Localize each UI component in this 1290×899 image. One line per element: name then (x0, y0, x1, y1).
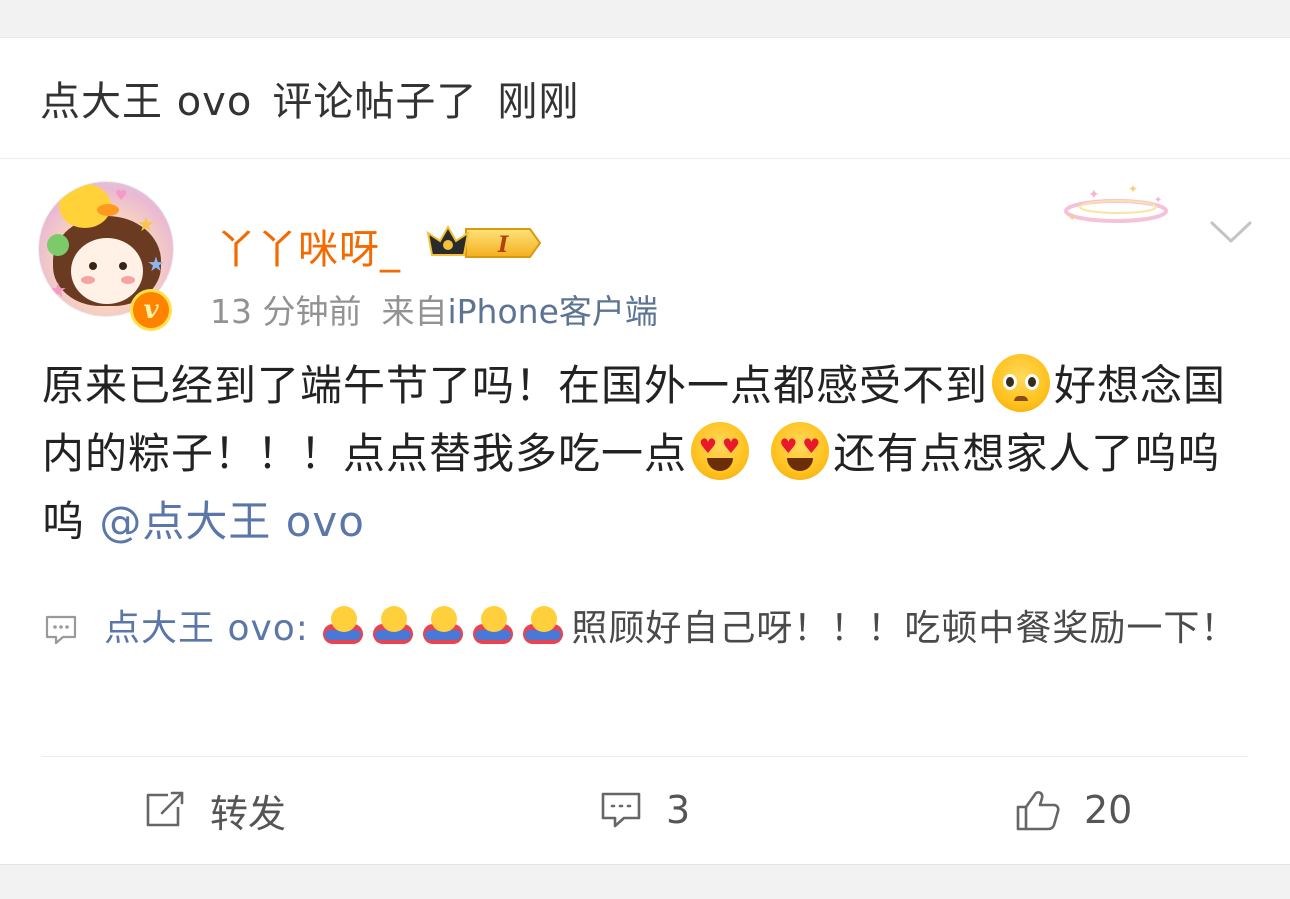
repost-icon (146, 791, 184, 827)
heart-eyes-icon: ♥ ♥ (771, 422, 830, 480)
post-header: ★ ★ ★ ♥ v 丫丫咪呀_ I 13 分钟前 来自iPhone客户端 ✦ ✦… (0, 159, 1290, 349)
comment-bubble-icon (45, 615, 77, 645)
content-text-1: 原来已经到了端午节了吗！在国外一点都感受不到 (42, 361, 989, 410)
author-name[interactable]: 丫丫咪呀_ (216, 217, 401, 275)
level-badge-text: I (497, 232, 509, 258)
svg-text:✦: ✦ (1154, 195, 1162, 206)
svg-text:✦: ✦ (1088, 187, 1100, 203)
notification-actor[interactable]: 点大王 ovo (40, 69, 252, 127)
like-count: 20 (1084, 788, 1133, 832)
level-crown-badge-icon[interactable]: I (426, 223, 544, 263)
reply-preview[interactable]: 点大王 ovo: 照顾好自己呀！！！吃顿中餐奖励一下！ (42, 600, 1252, 658)
comment-count: 3 (666, 788, 691, 832)
svg-text:✦: ✦ (1128, 182, 1138, 196)
hug-icon (321, 606, 365, 646)
pleading-face-icon (992, 354, 1051, 412)
post-time: 13 分钟前 (210, 292, 362, 331)
mention-link[interactable]: @点大王 ovo (99, 497, 365, 546)
heart-eyes-icon: ♥ ♥ (691, 422, 750, 480)
post-meta: 13 分钟前 来自iPhone客户端 (210, 285, 658, 333)
reply-author[interactable]: 点大王 ovo: (104, 608, 309, 649)
notification-header[interactable]: 点大王 ovo 评论帖子了 刚刚 (0, 38, 1290, 159)
source-prefix: 来自 (381, 292, 448, 331)
chevron-down-icon[interactable] (1208, 217, 1254, 247)
sparkle-decoration-icon: ✦ ✦ ✦ ✦ (1064, 182, 1168, 224)
repost-button[interactable]: 转发 (144, 757, 286, 863)
post-content: 原来已经到了端午节了吗！在国外一点都感受不到 好想念国内的粽子！！！点点替我多吃一… (42, 352, 1252, 556)
reply-text: 点大王 ovo: 照顾好自己呀！！！吃顿中餐奖励一下！ (42, 600, 1252, 658)
thumbs-up-icon (1016, 791, 1060, 831)
like-button[interactable]: 20 (1016, 757, 1132, 863)
notification-action: 评论帖子了 (272, 79, 478, 125)
comment-button[interactable]: 3 (600, 757, 690, 863)
reply-message: 照顾好自己呀！！！吃顿中餐奖励一下！ (571, 608, 1238, 649)
hug-icon (371, 606, 415, 646)
action-bar: 转发 3 20 (0, 757, 1290, 863)
bottom-spacer (0, 864, 1290, 899)
hug-icon (421, 606, 465, 646)
notification-time: 刚刚 (497, 79, 580, 125)
post-source[interactable]: iPhone客户端 (447, 292, 657, 331)
repost-label: 转发 (210, 791, 287, 836)
svg-text:✦: ✦ (1068, 213, 1076, 224)
top-spacer (0, 0, 1290, 38)
comment-icon (601, 792, 641, 828)
hug-icon (521, 606, 565, 646)
hug-icon (471, 606, 515, 646)
verified-badge-icon: v (130, 289, 172, 331)
